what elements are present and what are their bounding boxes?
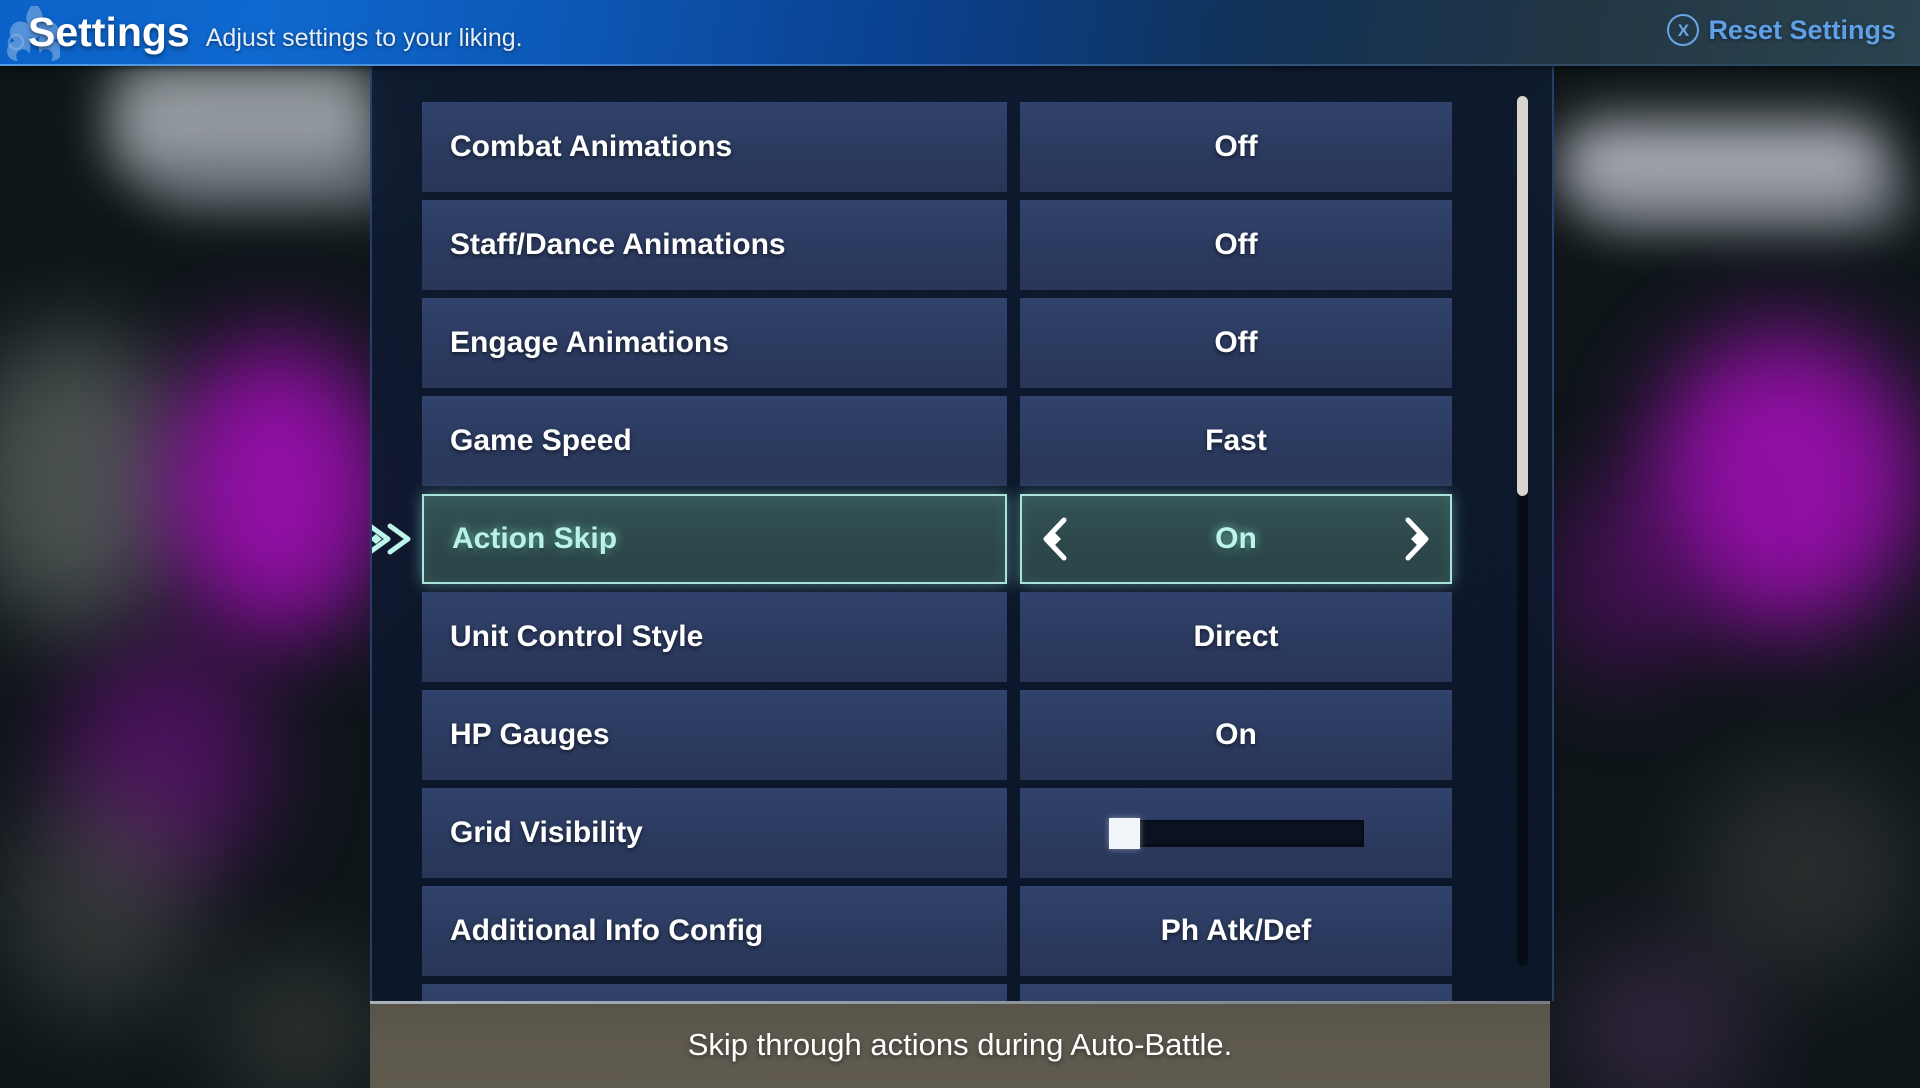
scrollbar-thumb[interactable] bbox=[1517, 96, 1528, 497]
setting-label-text: Additional Info Config bbox=[450, 914, 764, 947]
setting-label-cell[interactable]: HP Gauges bbox=[422, 690, 1007, 780]
setting-value-cell[interactable]: Direct bbox=[1020, 592, 1452, 682]
description-text: Skip through actions during Auto-Battle. bbox=[687, 1026, 1233, 1062]
setting-value-text: Off bbox=[1214, 130, 1258, 163]
page-header: Settings Adjust settings to your liking.… bbox=[0, 0, 1920, 66]
setting-label-cell[interactable] bbox=[422, 984, 1007, 1001]
setting-value-cell[interactable]: On bbox=[1020, 494, 1452, 584]
setting-label-text: Grid Visibility bbox=[450, 816, 643, 849]
title-group: Settings Adjust settings to your liking. bbox=[28, 8, 523, 62]
reset-settings-label: Reset Settings bbox=[1708, 14, 1896, 45]
setting-label-cell[interactable]: Combat Animations bbox=[422, 102, 1007, 192]
settings-row[interactable]: Grid Visibility bbox=[422, 788, 1452, 878]
setting-label-text: Combat Animations bbox=[450, 130, 733, 163]
settings-row[interactable]: Staff/Dance Animations Off bbox=[422, 200, 1452, 290]
x-button-icon: X bbox=[1667, 14, 1700, 46]
setting-label-cell[interactable]: Game Speed bbox=[422, 396, 1007, 486]
setting-label-text: Engage Animations bbox=[450, 326, 729, 359]
setting-value-text: Off bbox=[1214, 326, 1258, 359]
setting-value-cell[interactable]: Fast bbox=[1020, 396, 1452, 486]
setting-label-text: Staff/Dance Animations bbox=[450, 228, 786, 261]
setting-value-text: Direct bbox=[1193, 620, 1279, 653]
setting-label-cell[interactable]: Staff/Dance Animations bbox=[422, 200, 1007, 290]
setting-label-text: Unit Control Style bbox=[450, 620, 704, 653]
settings-row[interactable]: Action Skip On bbox=[372, 494, 1452, 584]
setting-value-cell[interactable]: Off bbox=[1020, 102, 1452, 192]
setting-label-cell[interactable]: Action Skip bbox=[372, 494, 1007, 584]
settings-row-partial bbox=[422, 984, 1452, 1001]
setting-label-cell[interactable]: Additional Info Config bbox=[422, 886, 1007, 976]
reset-settings-button[interactable]: X Reset Settings bbox=[1667, 14, 1896, 46]
setting-value-cell[interactable] bbox=[1020, 984, 1452, 1001]
setting-label-cell[interactable]: Engage Animations bbox=[422, 298, 1007, 388]
setting-label-text: HP Gauges bbox=[450, 718, 610, 751]
scrollbar-track[interactable] bbox=[1517, 96, 1528, 966]
chevron-right-icon[interactable] bbox=[1400, 516, 1434, 562]
settings-row[interactable]: HP Gauges On bbox=[422, 690, 1452, 780]
setting-value-cell[interactable]: On bbox=[1020, 690, 1452, 780]
slider-knob[interactable] bbox=[1108, 817, 1140, 849]
description-bar: Skip through actions during Auto-Battle. bbox=[370, 1001, 1550, 1088]
setting-label-text: Game Speed bbox=[450, 424, 632, 457]
setting-label-text: Action Skip bbox=[452, 522, 618, 555]
settings-panel: Combat Animations Off Staff/Dance Animatio… bbox=[370, 66, 1554, 1001]
setting-label-cell[interactable]: Grid Visibility bbox=[422, 788, 1007, 878]
page-title: Settings bbox=[28, 9, 190, 55]
settings-screen: Settings Adjust settings to your liking.… bbox=[0, 0, 1920, 1088]
settings-row[interactable]: Unit Control Style Direct bbox=[422, 592, 1452, 682]
page-subtitle: Adjust settings to your liking. bbox=[205, 24, 523, 52]
setting-value-text: Ph Atk/Def bbox=[1160, 914, 1312, 947]
setting-value-cell[interactable]: Off bbox=[1020, 298, 1452, 388]
chevron-left-icon[interactable] bbox=[1038, 516, 1072, 562]
setting-value-text: On bbox=[1215, 522, 1257, 555]
settings-row[interactable]: Additional Info Config Ph Atk/Def bbox=[422, 886, 1452, 976]
setting-value-cell[interactable]: Off bbox=[1020, 200, 1452, 290]
settings-list: Combat Animations Off Staff/Dance Animatio… bbox=[372, 102, 1452, 1001]
setting-label-cell[interactable]: Unit Control Style bbox=[422, 592, 1007, 682]
settings-row[interactable]: Engage Animations Off bbox=[422, 298, 1452, 388]
settings-row[interactable]: Combat Animations Off bbox=[422, 102, 1452, 192]
double-chevron-right-cursor-icon bbox=[372, 518, 418, 560]
setting-value-text: Fast bbox=[1205, 424, 1267, 457]
setting-value-text: Off bbox=[1214, 228, 1258, 261]
setting-value-cell[interactable] bbox=[1020, 788, 1452, 878]
grid-visibility-slider[interactable] bbox=[1108, 817, 1364, 849]
setting-value-cell[interactable]: Ph Atk/Def bbox=[1020, 886, 1452, 976]
settings-row[interactable]: Game Speed Fast bbox=[422, 396, 1452, 486]
setting-value-text: On bbox=[1215, 718, 1257, 751]
